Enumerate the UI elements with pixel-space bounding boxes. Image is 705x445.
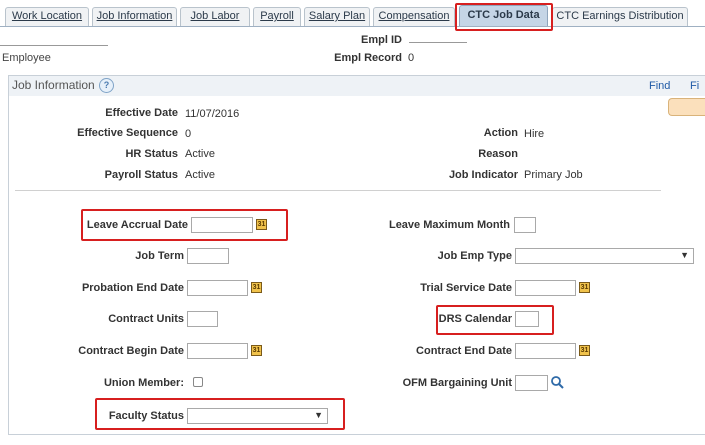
section-title: Job Information <box>12 78 95 92</box>
union-member-checkbox[interactable] <box>193 377 203 387</box>
payroll-status-value: Active <box>185 169 215 181</box>
job-term-input[interactable] <box>187 248 229 264</box>
leave-maximum-month-label: Leave Maximum Month <box>388 219 510 231</box>
tab-payroll[interactable]: Payroll <box>253 7 301 26</box>
tab-work-location[interactable]: Work Location <box>5 7 89 26</box>
job-term-label: Job Term <box>135 250 184 262</box>
empl-id-value-redacted <box>409 42 467 43</box>
chevron-down-icon: ▼ <box>314 410 323 420</box>
job-indicator-value: Primary Job <box>524 169 583 181</box>
tab-baseline <box>0 26 705 27</box>
calendar-icon[interactable]: 31 <box>579 345 590 356</box>
contract-begin-date-input[interactable] <box>187 343 248 359</box>
empl-record-value: 0 <box>408 52 415 64</box>
action-button[interactable] <box>668 98 705 116</box>
drs-calendar-label: DRS Calendar <box>438 313 512 325</box>
trial-service-date-label: Trial Service Date <box>420 282 512 294</box>
magnifier-icon[interactable] <box>550 375 565 390</box>
trial-service-date-input[interactable] <box>515 280 576 296</box>
empl-id-label: Empl ID <box>361 34 402 46</box>
contract-end-date-input[interactable] <box>515 343 576 359</box>
drs-calendar-input[interactable] <box>515 311 539 327</box>
help-icon[interactable]: ? <box>99 78 114 93</box>
probation-end-date-input[interactable] <box>187 280 248 296</box>
leave-accrual-date-label: Leave Accrual Date <box>86 219 188 231</box>
leave-accrual-date-input[interactable] <box>191 217 253 233</box>
action-label: Action <box>483 127 518 139</box>
tab-job-information[interactable]: Job Information <box>92 7 177 26</box>
calendar-icon[interactable]: 31 <box>251 282 262 293</box>
calendar-icon[interactable]: 31 <box>251 345 262 356</box>
effective-date-label: Effective Date <box>105 107 178 119</box>
faculty-status-label: Faculty Status <box>108 410 184 422</box>
section-divider <box>15 190 661 191</box>
faculty-status-select[interactable]: ▼ <box>187 408 328 424</box>
tab-salary-plan[interactable]: Salary Plan <box>304 7 370 26</box>
effective-sequence-label: Effective Sequence <box>77 127 178 139</box>
effective-date-value: 11/07/2016 <box>185 108 240 120</box>
hr-status-value: Active <box>185 148 215 160</box>
employee-name-redacted <box>0 45 108 46</box>
contract-units-label: Contract Units <box>108 313 184 325</box>
payroll-status-label: Payroll Status <box>104 169 178 181</box>
chevron-down-icon: ▼ <box>680 250 689 260</box>
leave-maximum-month-input[interactable] <box>514 217 536 233</box>
next-link[interactable]: Fi <box>690 80 699 92</box>
tab-job-labor[interactable]: Job Labor <box>180 7 250 26</box>
calendar-icon[interactable]: 31 <box>579 282 590 293</box>
ofm-bargaining-unit-label: OFM Bargaining Unit <box>402 377 512 389</box>
ofm-bargaining-unit-input[interactable] <box>515 375 548 391</box>
hr-status-label: HR Status <box>125 148 178 160</box>
employee-label: Employee <box>2 52 51 64</box>
empl-record-label: Empl Record <box>334 52 402 64</box>
action-value: Hire <box>524 128 545 140</box>
calendar-icon[interactable]: 31 <box>256 219 267 230</box>
tab-ctc-job-data[interactable]: CTC Job Data <box>459 5 548 26</box>
reason-label: Reason <box>478 148 518 160</box>
find-link[interactable]: Find <box>649 80 670 92</box>
job-indicator-label: Job Indicator <box>448 169 518 181</box>
tab-compensation[interactable]: Compensation <box>373 7 455 26</box>
contract-units-input[interactable] <box>187 311 218 327</box>
contract-end-date-label: Contract End Date <box>416 345 512 357</box>
probation-end-date-label: Probation End Date <box>81 282 184 294</box>
contract-begin-date-label: Contract Begin Date <box>78 345 184 357</box>
job-emp-type-select[interactable]: ▼ <box>515 248 694 264</box>
effective-sequence-value: 0 <box>185 128 192 140</box>
tab-ctc-earnings-distribution[interactable]: CTC Earnings Distribution <box>552 7 688 26</box>
union-member-label: Union Member: <box>103 377 184 389</box>
job-emp-type-label: Job Emp Type <box>437 250 512 262</box>
